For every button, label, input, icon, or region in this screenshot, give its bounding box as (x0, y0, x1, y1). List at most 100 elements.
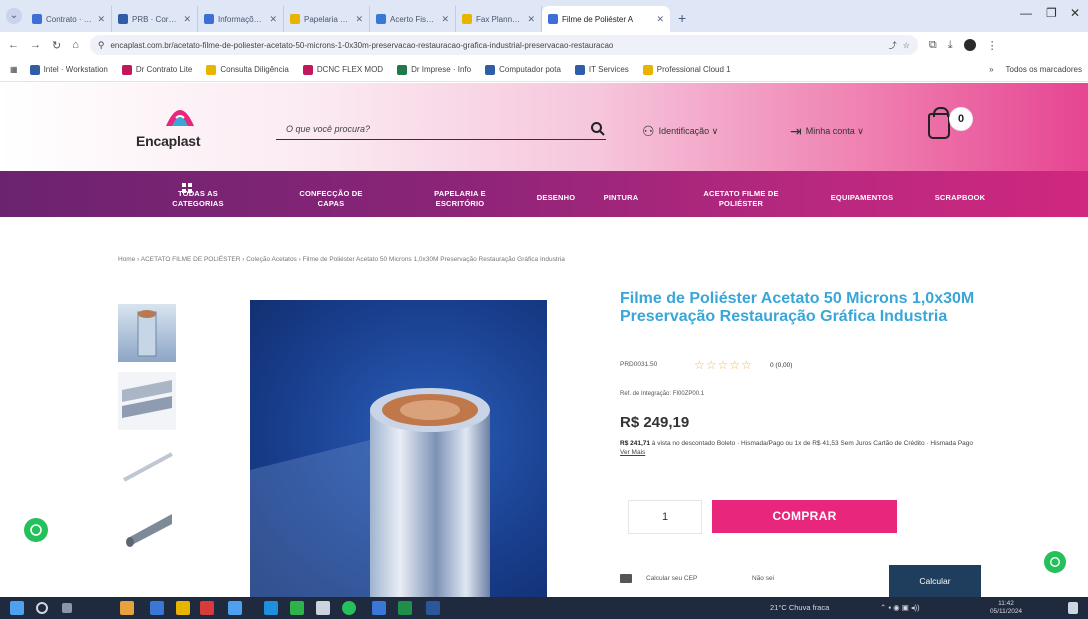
bookmarks-overflow-icon[interactable]: » (989, 65, 993, 74)
tab-search-icon[interactable]: ⌄ (6, 8, 22, 24)
tab-close-icon[interactable]: ✕ (441, 14, 449, 25)
downloads-icon[interactable]: ⤓ (948, 39, 953, 52)
whatsapp-chat-icon[interactable] (1044, 551, 1066, 573)
bookmark-item[interactable]: Dr Imprese · Info (397, 64, 471, 75)
thumbnail-2[interactable] (118, 372, 176, 430)
tab-close-icon[interactable]: ✕ (527, 14, 535, 25)
browser-menu-icon[interactable]: ⋮ (987, 39, 998, 52)
system-tray-icons[interactable]: ⌃ ▪ ◉ ▣ ◂)) (880, 603, 920, 612)
cart-icon[interactable] (928, 107, 950, 139)
logo-icon[interactable] (162, 100, 198, 130)
browser-tab[interactable]: Acerto Fisca Pro ✕ (370, 6, 456, 32)
excel-icon[interactable] (398, 601, 412, 615)
quantity-input[interactable]: 1 (628, 500, 702, 534)
thumbnail-1[interactable] (118, 304, 176, 362)
nav-item[interactable]: PINTURA (596, 193, 646, 203)
close-window-icon[interactable]: ✕ (1070, 6, 1080, 20)
nav-item[interactable]: PAPELARIA E ESCRITÓRIO (410, 189, 510, 209)
tab-close-icon[interactable]: ✕ (656, 14, 664, 25)
bookmark-favicon-icon (121, 64, 132, 75)
bookmark-item[interactable]: Consulta Diligência (206, 64, 289, 75)
bookmark-star-icon[interactable]: ☆ (903, 41, 910, 50)
weather-widget[interactable]: 21°C Chuva fraca (770, 603, 829, 612)
logo-text[interactable]: Encaplast (136, 133, 201, 149)
browser-tab[interactable]: PRB · Corena de✕ (112, 6, 198, 32)
whatsapp-taskbar-icon[interactable] (342, 601, 356, 615)
browser-tab[interactable]: Fax Planner Som ✕ (456, 6, 542, 32)
product-main-image[interactable] (250, 300, 547, 599)
breadcrumb[interactable]: Home › ACETATO FILME DE POLIÉSTER › Cole… (118, 256, 565, 263)
tab-close-icon[interactable]: ✕ (97, 14, 105, 25)
thumbnail-4[interactable] (118, 508, 176, 566)
all-bookmarks-link[interactable]: Todos os marcadores (1006, 65, 1082, 74)
home-icon[interactable]: ⌂ (72, 39, 79, 51)
reviews-count[interactable]: 0 (0,00) (770, 362, 792, 369)
nav-item[interactable]: ACETATO FILME DE POLIÉSTER (676, 189, 806, 209)
maximize-icon[interactable]: ❐ (1046, 6, 1057, 20)
clock[interactable]: 11:42 05/11/2024 (990, 600, 1022, 616)
outlook-icon[interactable] (372, 601, 386, 615)
forward-icon[interactable]: → (30, 39, 41, 51)
start-icon[interactable] (10, 601, 24, 615)
minimize-icon[interactable]: — (1020, 6, 1032, 20)
nav-item[interactable]: TODAS AS CATEGORIAS (150, 189, 246, 209)
taskbar-app-1-icon[interactable] (150, 601, 164, 615)
rating-stars[interactable]: ☆☆☆☆☆ (694, 358, 753, 372)
new-tab-button[interactable]: + (678, 10, 686, 26)
browser-tab[interactable]: Informações (B) ✕ (198, 6, 284, 32)
star-icon[interactable]: ☆ (706, 358, 718, 372)
nav-item[interactable]: SCRAPBOOK (920, 193, 1000, 203)
back-icon[interactable]: ← (8, 39, 19, 51)
bookmark-item[interactable]: Dr Contrato Lite (121, 64, 192, 75)
nav-item[interactable]: EQUIPAMENTOS (812, 193, 912, 203)
whatsapp-icon[interactable] (24, 518, 48, 542)
extensions-icon[interactable]: ⧉ (929, 39, 937, 52)
tab-close-icon[interactable]: ✕ (183, 14, 191, 25)
apps-grid-icon[interactable]: ▦ (10, 65, 18, 74)
star-icon[interactable]: ☆ (741, 358, 753, 372)
login-link[interactable]: ⚇ Identificação ∨ (642, 123, 718, 140)
taskbar-search-icon[interactable] (36, 602, 48, 614)
bookmark-item[interactable]: DCNC FLEX MOD (302, 64, 383, 75)
taskbar-app-4-icon[interactable] (228, 601, 242, 615)
bookmark-item[interactable]: IT Services (574, 64, 629, 75)
star-icon[interactable]: ☆ (718, 358, 730, 372)
bookmark-item[interactable]: Intel · Workstation (29, 64, 108, 75)
installment-more-link[interactable]: Ver Mais (620, 449, 645, 456)
chrome-icon[interactable] (290, 601, 304, 615)
shipping-hint-link[interactable]: Não sei (752, 575, 774, 582)
reload-icon[interactable]: ↻ (52, 39, 61, 52)
tab-close-icon[interactable]: ✕ (269, 14, 277, 25)
nav-item[interactable]: DESENHO (528, 193, 584, 203)
profile-icon[interactable] (963, 39, 976, 51)
star-icon[interactable]: ☆ (729, 358, 741, 372)
buy-button[interactable]: COMPRAR (712, 500, 897, 533)
notification-icon[interactable] (1068, 602, 1078, 614)
taskbar-app-2-icon[interactable] (176, 601, 190, 615)
task-view-icon[interactable] (62, 603, 72, 613)
taskbar-app-3-icon[interactable] (200, 601, 214, 615)
address-bar[interactable]: ⚲ encaplast.com.br/acetato-filme-de-poli… (89, 35, 918, 55)
bookmark-item[interactable]: Computador pota (485, 64, 561, 75)
browser-tab[interactable]: Filme de Poliéster A ✕ (542, 6, 670, 32)
shipping-cep-input[interactable]: Calcular seu CEP (646, 575, 697, 582)
site-info-icon[interactable]: ⚲ (98, 40, 105, 51)
search-input[interactable]: O que você procura? (276, 116, 606, 140)
file-explorer-icon[interactable] (120, 601, 134, 615)
edge-icon[interactable] (264, 601, 278, 615)
share-icon[interactable]: ⤴ (889, 40, 897, 51)
account-link[interactable]: ⇥ Minha conta ∨ (790, 123, 864, 140)
thumbnail-3[interactable] (118, 440, 176, 498)
tab-favicon-icon (548, 14, 558, 24)
browser-tab[interactable]: Papelaria Stencal✕ (284, 6, 370, 32)
bookmark-item[interactable]: Professional Cloud 1 (642, 64, 731, 75)
nav-item[interactable]: CONFECÇÃO DE CAPAS (276, 189, 386, 209)
star-icon[interactable]: ☆ (694, 358, 706, 372)
browser-tab[interactable]: Contrato · Shadow✕ (26, 6, 112, 32)
taskbar-app-5-icon[interactable] (316, 601, 330, 615)
calculate-shipping-button[interactable]: Calcular (889, 565, 981, 597)
installment-text: à vista no descontado Boleto · Hismada/P… (650, 440, 974, 447)
search-icon[interactable] (590, 121, 606, 137)
word-icon[interactable] (426, 601, 440, 615)
tab-close-icon[interactable]: ✕ (355, 14, 363, 25)
